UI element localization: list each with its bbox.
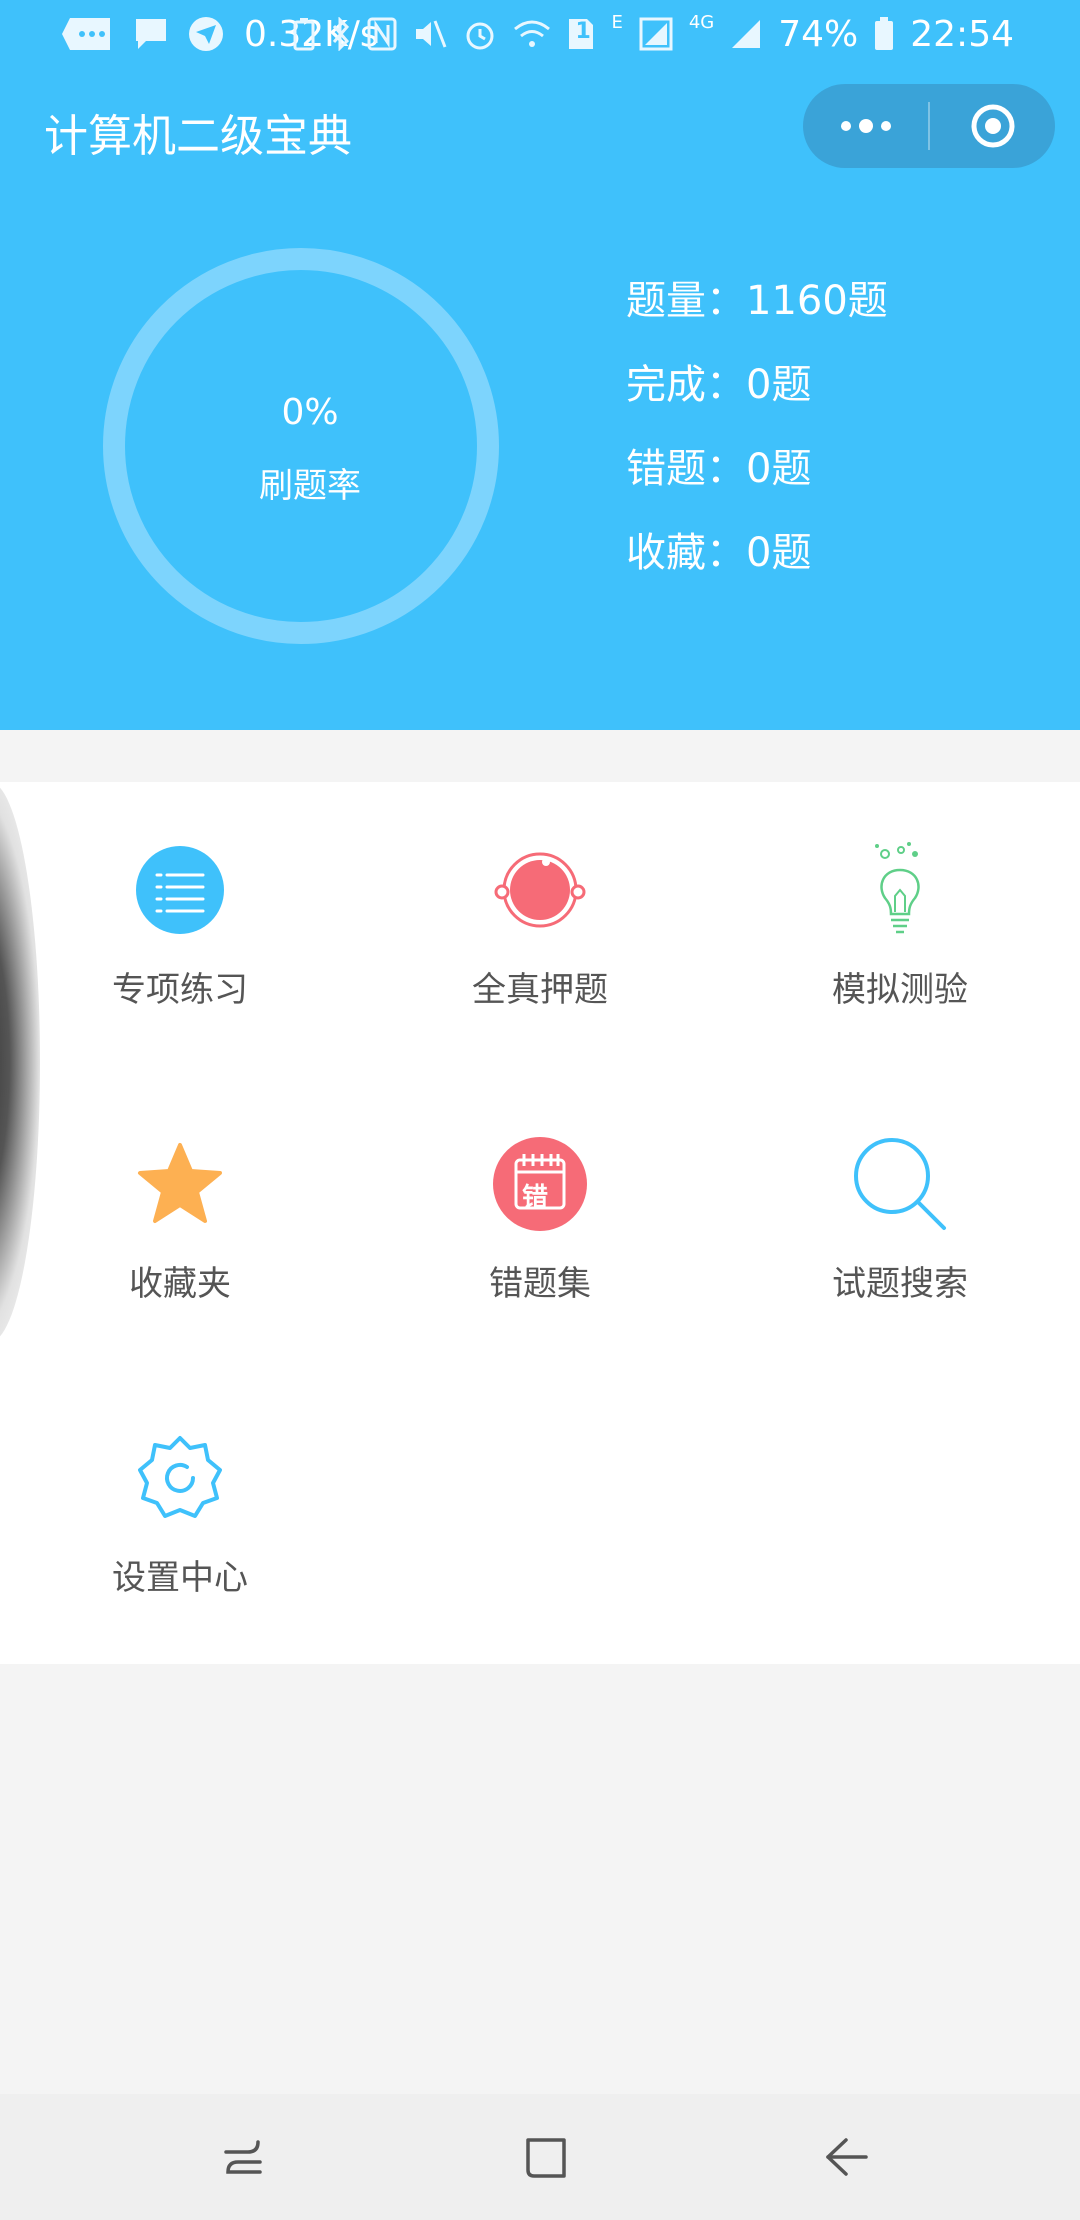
gear-icon bbox=[130, 1428, 230, 1528]
more-button[interactable] bbox=[803, 84, 928, 168]
menu-item-label: 试题搜索 bbox=[832, 1264, 968, 1304]
calendar-mistake-icon: 错 bbox=[490, 1134, 590, 1234]
star-icon bbox=[130, 1134, 230, 1234]
menu-item-label: 模拟测验 bbox=[832, 970, 968, 1010]
signal-box-icon bbox=[639, 17, 673, 51]
network-e: E bbox=[611, 12, 623, 33]
stat-wrong: 错题： 0题 bbox=[626, 436, 888, 520]
sim-badge: 1 bbox=[575, 19, 591, 44]
send-icon bbox=[188, 16, 224, 52]
stat-label: 题量 bbox=[626, 278, 706, 324]
list-icon bbox=[130, 840, 230, 940]
close-mini-program-button[interactable] bbox=[930, 84, 1055, 168]
mute-icon bbox=[413, 17, 447, 51]
signal-icon bbox=[730, 18, 762, 50]
orbit-icon bbox=[490, 840, 590, 940]
menu-item-label: 错题集 bbox=[489, 1264, 591, 1304]
chat-icon bbox=[134, 17, 168, 51]
menu-item-mistake-collection[interactable]: 错 错题集 bbox=[360, 1076, 720, 1370]
menu-item-question-search[interactable]: 试题搜索 bbox=[720, 1076, 1080, 1370]
stat-value: 0题 bbox=[746, 446, 812, 492]
recent-apps-icon bbox=[224, 2140, 262, 2174]
menu-panel: 专项练习 全真押题 模拟测验 收藏夹 错 错题集 试题搜索 设置中心 bbox=[0, 782, 1080, 1664]
stat-separator: ： bbox=[706, 278, 746, 324]
nfc-icon bbox=[367, 17, 397, 51]
stat-total: 题量： 1160题 bbox=[626, 268, 888, 352]
lightbulb-icon bbox=[850, 840, 950, 940]
menu-item-label: 专项练习 bbox=[112, 970, 248, 1010]
menu-item-mock-test[interactable]: 模拟测验 bbox=[720, 782, 1080, 1076]
menu-item-label: 设置中心 bbox=[112, 1558, 248, 1598]
menu-item-favorites[interactable]: 收藏夹 bbox=[0, 1076, 360, 1370]
home-icon bbox=[526, 2138, 566, 2178]
target-icon bbox=[971, 104, 1014, 148]
wifi-icon bbox=[513, 19, 551, 49]
stat-value: 0题 bbox=[746, 362, 812, 408]
progress-ring bbox=[103, 248, 499, 644]
stat-value: 0题 bbox=[746, 530, 812, 576]
page-title: 计算机二级宝典 bbox=[44, 111, 352, 162]
battery-percent: 74% bbox=[778, 13, 859, 55]
battery-saver-icon bbox=[293, 17, 315, 51]
home-button[interactable] bbox=[510, 2122, 580, 2192]
network-4g: 4G bbox=[688, 12, 715, 33]
stat-value: 1160题 bbox=[746, 278, 888, 324]
back-arrow-icon bbox=[826, 2138, 868, 2176]
menu-item-label: 全真押题 bbox=[472, 970, 608, 1010]
header: 0.32K/s 1 E 4G 74% 22:54 计算机二级宝典 0% 刷题率 … bbox=[0, 0, 1080, 730]
recent-apps-button[interactable] bbox=[208, 2122, 278, 2192]
stat-separator: ： bbox=[706, 362, 746, 408]
stat-favorites: 收藏： 0题 bbox=[626, 520, 888, 604]
stat-label: 错题 bbox=[626, 446, 706, 492]
stat-completed: 完成： 0题 bbox=[626, 352, 888, 436]
search-icon bbox=[850, 1134, 950, 1234]
message-bubble-icon bbox=[62, 16, 114, 52]
status-bar: 0.32K/s 1 E 4G 74% 22:54 bbox=[0, 0, 1080, 68]
menu-item-mock-exam-prediction[interactable]: 全真押题 bbox=[360, 782, 720, 1076]
stat-label: 完成 bbox=[626, 362, 706, 408]
stat-separator: ： bbox=[706, 446, 746, 492]
menu-item-special-practice[interactable]: 专项练习 bbox=[0, 782, 360, 1076]
mini-program-capsule bbox=[803, 84, 1055, 168]
alarm-icon bbox=[463, 17, 497, 51]
rate-label: 刷题率 bbox=[259, 466, 361, 506]
clock: 22:54 bbox=[910, 13, 1014, 55]
back-button[interactable] bbox=[812, 2122, 882, 2192]
menu-item-settings-center[interactable]: 设置中心 bbox=[0, 1370, 360, 1664]
bluetooth-icon bbox=[331, 17, 351, 51]
system-nav-bar bbox=[0, 2094, 1080, 2220]
more-dots-icon bbox=[840, 119, 891, 133]
menu-grid: 专项练习 全真押题 模拟测验 收藏夹 错 错题集 试题搜索 设置中心 bbox=[0, 782, 1080, 1664]
rate-value: 0% bbox=[281, 392, 339, 433]
sim-icon: 1 bbox=[567, 17, 595, 51]
stat-label: 收藏 bbox=[626, 530, 706, 576]
battery-icon bbox=[874, 17, 894, 51]
stat-separator: ： bbox=[706, 530, 746, 576]
mistake-badge-text: 错 bbox=[522, 1183, 549, 1213]
stats-list: 题量： 1160题 完成： 0题 错题： 0题 收藏： 0题 bbox=[626, 268, 888, 604]
menu-item-label: 收藏夹 bbox=[129, 1264, 231, 1304]
